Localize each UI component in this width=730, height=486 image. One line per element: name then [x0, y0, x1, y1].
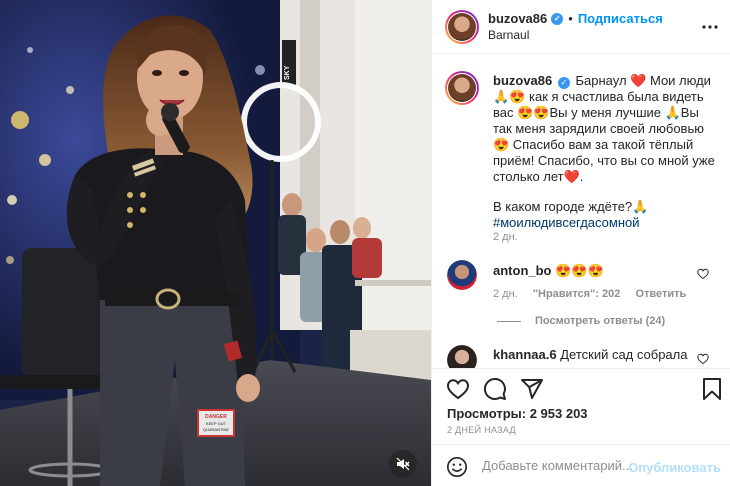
wall-sign-text: SKY — [284, 65, 291, 80]
caption-avatar[interactable] — [445, 71, 479, 105]
author-avatar[interactable] — [445, 10, 479, 44]
comment-bubble-icon[interactable] — [483, 377, 507, 401]
comment-meta: 2 дн. "Нравится": 202 Ответить — [493, 288, 698, 300]
separator-dot: • — [568, 11, 573, 26]
paper-plane-icon[interactable] — [520, 377, 544, 401]
comment-avatar[interactable] — [447, 345, 477, 368]
publish-button[interactable]: Опубликовать — [628, 460, 721, 475]
comment-reply-button[interactable]: Ответить — [635, 288, 686, 300]
view-replies-button[interactable]: Посмотреть ответы (24) — [497, 315, 665, 327]
comment-likes-count[interactable]: "Нравится": 202 — [533, 288, 621, 300]
comments-list[interactable]: buzova86 ✓ Барнаул ❤️ Мои люди 🙏😍 как я … — [432, 55, 730, 368]
caption-hashtag[interactable]: #моилюдивсегдасомной — [493, 215, 721, 231]
caption-line-6: приём! Спасибо, что вы со мной уже — [493, 153, 715, 168]
post-actions: Просмотры: 2 953 203 2 ДНЕЙ НАЗАД — [432, 368, 730, 440]
add-comment-bar: Опубликовать — [432, 444, 730, 486]
comment-username[interactable]: khannaa.6 — [493, 347, 557, 362]
caption-line-4: так меня зарядили своей любовью — [493, 121, 704, 136]
verified-badge-icon: ✓ — [551, 12, 564, 25]
replies-divider — [497, 320, 521, 322]
caption-line-7: столько лет❤️. — [493, 169, 584, 184]
author-line: buzova86 ✓ • Подписаться — [488, 11, 663, 26]
comment-row: khannaa.6 Детский сад собрала — [493, 347, 687, 362]
caption-question: В каком городе ждёте?🙏 — [493, 199, 649, 214]
heart-icon[interactable] — [446, 377, 470, 401]
post-date[interactable]: 2 ДНЕЙ НАЗАД — [447, 425, 516, 435]
follow-button[interactable]: Подписаться — [578, 11, 663, 26]
bookmark-icon[interactable] — [700, 377, 724, 401]
post-sidebar: buzova86 ✓ • Подписаться Barnaul buzova8… — [431, 0, 730, 486]
caption-line-1: Барнаул ❤️ Мои люди — [575, 73, 711, 88]
sticker-line-1: DANGER — [205, 414, 227, 420]
views-count[interactable]: Просмотры: 2 953 203 — [447, 406, 588, 421]
comment-avatar[interactable] — [447, 260, 477, 290]
comment-like-heart-icon[interactable] — [697, 353, 709, 365]
caption-time[interactable]: 2 дн. — [493, 231, 518, 243]
caption-line-3: вас 😍😍Вы у меня лучшие 🙏Вы — [493, 105, 699, 120]
comment-row: anton_bo 😍😍😍 — [493, 263, 604, 279]
emoji-icon[interactable] — [446, 456, 468, 478]
comment-time[interactable]: 2 дн. — [493, 288, 518, 300]
video-frame: DANGER KEEP OUT QUARANTINE SKY — [0, 0, 431, 486]
comment-input[interactable] — [482, 458, 652, 473]
post-location[interactable]: Barnaul — [488, 28, 529, 42]
comment-username[interactable]: anton_bo — [493, 263, 552, 278]
mute-toggle-button[interactable] — [389, 450, 417, 478]
more-options-icon[interactable] — [700, 17, 720, 37]
verified-badge-icon: ✓ — [557, 77, 570, 89]
caption-line-5: 😍 Спасибо вам за такой тёплый — [493, 137, 694, 152]
sticker-line-2: KEEP OUT — [206, 421, 227, 426]
post-caption: buzova86 ✓ Барнаул ❤️ Мои люди 🙏😍 как я … — [493, 73, 721, 231]
post-header: buzova86 ✓ • Подписаться Barnaul — [432, 0, 730, 54]
comment-text: Детский сад собрала — [560, 347, 688, 362]
comment-text: 😍😍😍 — [555, 263, 604, 278]
caption-username[interactable]: buzova86 — [493, 73, 552, 88]
caption-line-2: 🙏😍 как я счастлива была видеть — [493, 89, 704, 104]
view-replies-label: Посмотреть ответы (24) — [535, 315, 666, 327]
comment-like-heart-icon[interactable] — [697, 268, 709, 280]
sticker-line-3: QUARANTINE — [203, 427, 230, 432]
speaker-muted-icon — [396, 457, 410, 471]
post-video[interactable]: DANGER KEEP OUT QUARANTINE SKY — [0, 0, 431, 486]
author-username[interactable]: buzova86 — [488, 11, 547, 26]
